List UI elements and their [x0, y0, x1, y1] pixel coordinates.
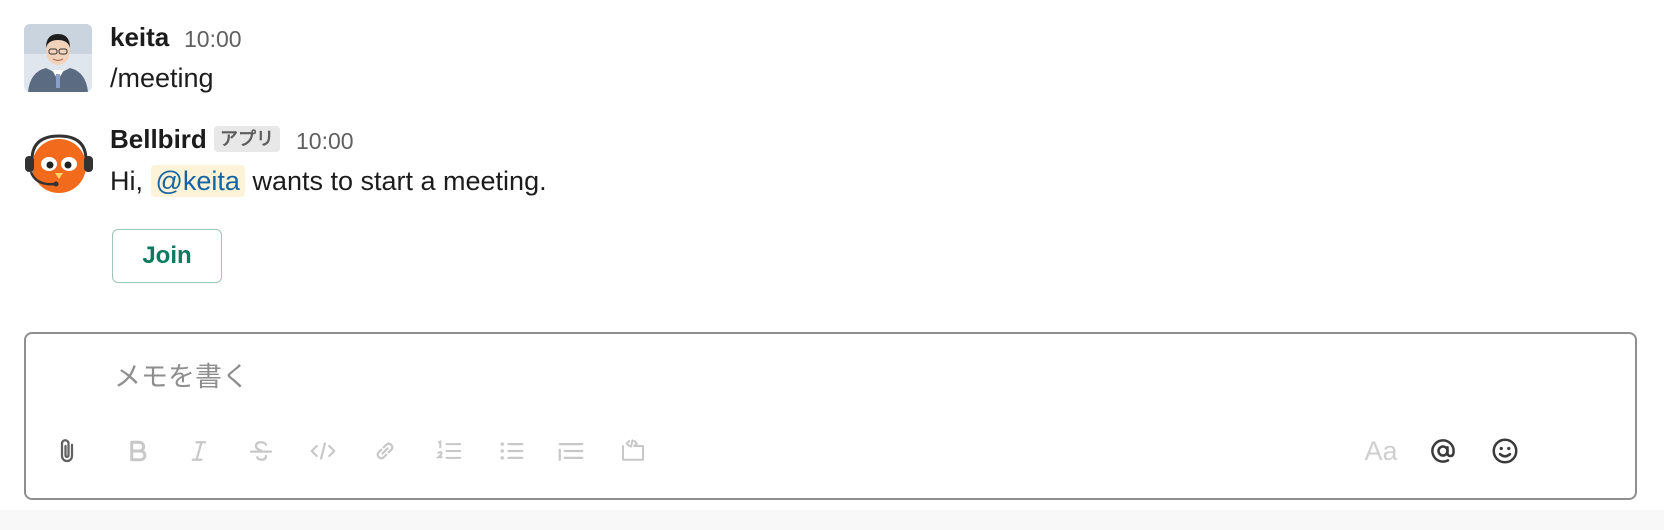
user-mention[interactable]: @keita [150, 165, 245, 197]
mention-icon[interactable] [1426, 434, 1460, 468]
avatar-image [24, 24, 92, 92]
message-text: /meeting [110, 63, 214, 93]
avatar-keita[interactable] [24, 24, 92, 92]
bottom-strip [0, 510, 1664, 530]
bold-icon[interactable] [121, 434, 155, 468]
italic-icon[interactable] [182, 434, 216, 468]
code-icon[interactable] [306, 434, 340, 468]
message-composer: Aa [24, 332, 1637, 500]
message-text: Hi, @keita wants to start a meeting. [110, 165, 547, 197]
bellbird-logo-icon [25, 134, 93, 193]
blockquote-icon[interactable] [554, 434, 588, 468]
format-toggle-button[interactable]: Aa [1360, 434, 1402, 468]
emoji-icon[interactable] [1488, 434, 1522, 468]
timestamp[interactable]: 10:00 [184, 26, 242, 53]
message-text-prefix: Hi, [110, 166, 151, 196]
code-block-icon[interactable] [616, 434, 650, 468]
avatar-bellbird[interactable] [22, 128, 96, 196]
link-icon[interactable] [368, 434, 402, 468]
join-button[interactable]: Join [112, 229, 222, 283]
bulleted-list-icon[interactable] [494, 434, 528, 468]
attach-icon[interactable] [50, 434, 84, 468]
format-toggle-label: Aa [1364, 435, 1398, 466]
message-input[interactable] [112, 352, 1516, 402]
strikethrough-icon[interactable] [244, 434, 278, 468]
message-text-suffix: wants to start a meeting. [244, 166, 547, 196]
author-name[interactable]: keita [110, 22, 169, 53]
app-badge: アプリ [214, 126, 280, 152]
ordered-list-icon[interactable] [432, 434, 466, 468]
author-name[interactable]: Bellbird [110, 124, 207, 155]
timestamp[interactable]: 10:00 [296, 128, 354, 155]
